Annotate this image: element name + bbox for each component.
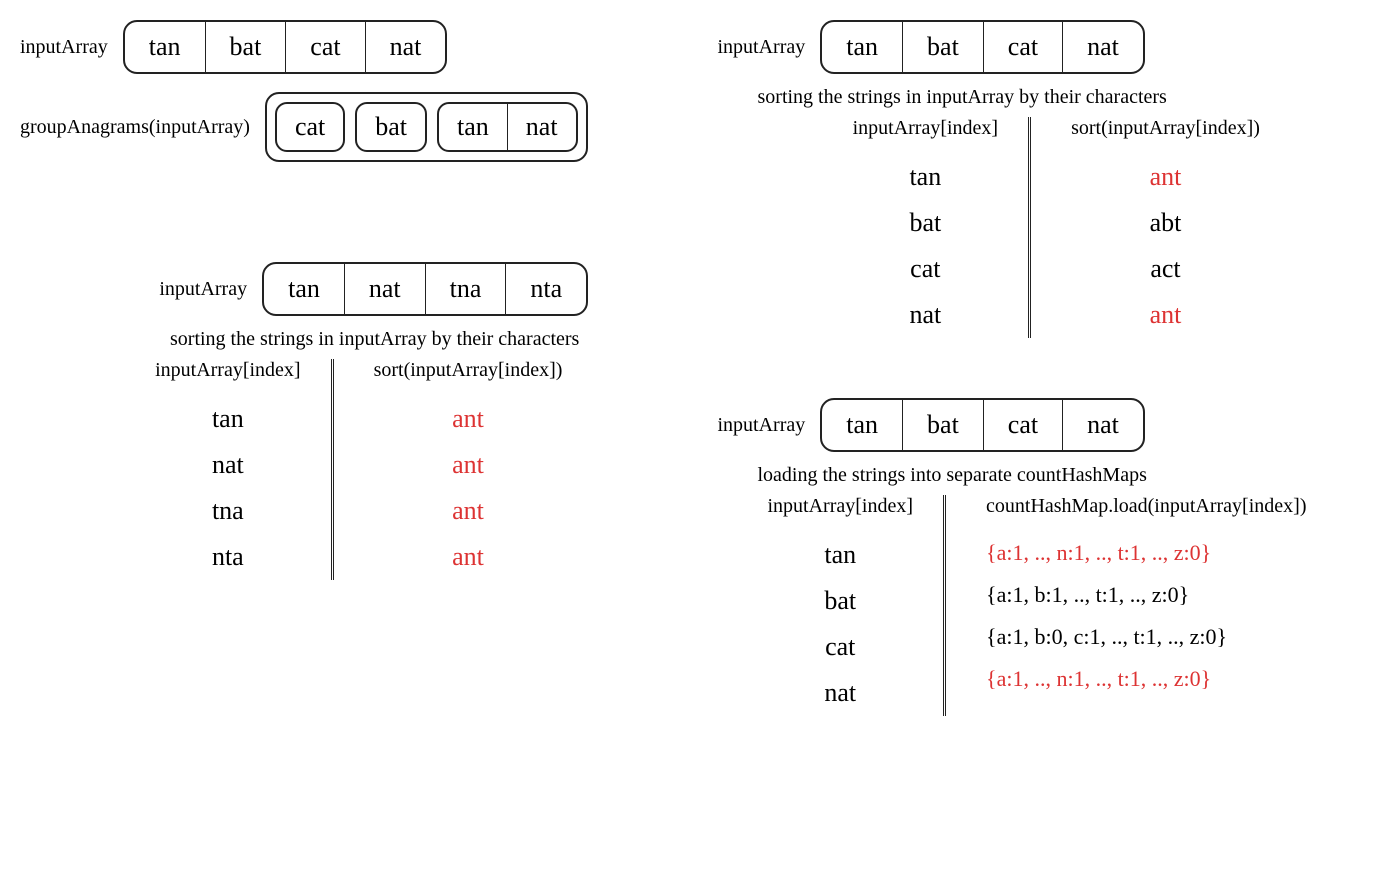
cell: cat (984, 22, 1063, 72)
table-row: ant (452, 496, 484, 526)
grouped-array: cat bat tan nat (265, 92, 588, 162)
input-array-label: inputArray (718, 414, 806, 437)
bottom-right-block: inputArray tan bat cat nat loading the s… (718, 398, 1376, 716)
table-row: {a:1, b:0, c:1, .., t:1, .., z:0} (986, 624, 1227, 650)
table-row: ant (452, 450, 484, 480)
input-array-label: inputArray (159, 278, 247, 301)
group: cat (275, 102, 345, 152)
group: bat (355, 102, 427, 152)
col-header-right: sort(inputArray[index]) (374, 359, 563, 382)
hashmap-subtitle: loading the strings into separate countH… (758, 464, 1376, 487)
col-header-left: inputArray[index] (853, 117, 999, 140)
table-row: abt (1150, 208, 1182, 238)
cell: tan (822, 400, 903, 450)
cell: tan (264, 264, 345, 314)
top-right-block: inputArray tan bat cat nat sorting the s… (718, 20, 1376, 338)
bottom-left-block: inputArray tan nat tna nta sorting the s… (20, 262, 678, 580)
table-row: ant (1150, 162, 1182, 192)
input-array-2: tan bat cat nat (820, 20, 1145, 74)
cell: nat (1063, 400, 1143, 450)
input-array-4: tan bat cat nat (820, 398, 1145, 452)
hashmap-table: inputArray[index] tan bat cat nat countH… (738, 495, 1376, 716)
table-row: ant (1150, 300, 1182, 330)
sort-table-1: inputArray[index] tan bat cat nat sort(i… (738, 117, 1376, 338)
input-array-1: tan bat cat nat (123, 20, 448, 74)
cell: cat (286, 22, 365, 72)
group: tan nat (437, 102, 578, 152)
cell: tan (822, 22, 903, 72)
cell: nat (366, 22, 446, 72)
cell: nat (345, 264, 426, 314)
table-row: nta (212, 542, 244, 572)
cell: cat (984, 400, 1063, 450)
table-row: act (1150, 254, 1180, 284)
input-array-label: inputArray (20, 36, 108, 59)
table-row: cat (910, 254, 940, 284)
cell: nat (1063, 22, 1143, 72)
table-row: nat (909, 300, 941, 330)
cell: tan (125, 22, 206, 72)
table-row: {a:1, b:1, .., t:1, .., z:0} (986, 582, 1189, 608)
table-row: tan (909, 162, 941, 192)
cell: bat (903, 400, 984, 450)
cell: bat (903, 22, 984, 72)
table-row: ant (452, 542, 484, 572)
cell: nta (506, 264, 586, 314)
table-row: bat (824, 586, 856, 616)
sort-subtitle: sorting the strings in inputArray by the… (170, 328, 678, 351)
sort-table-2: inputArray[index] tan nat tna nta sort(i… (40, 359, 678, 580)
col-header-left: inputArray[index] (155, 359, 301, 382)
table-row: {a:1, .., n:1, .., t:1, .., z:0} (986, 540, 1211, 566)
table-row: nat (212, 450, 244, 480)
col-header-left: inputArray[index] (768, 495, 914, 518)
cell: cat (277, 104, 343, 150)
table-row: bat (909, 208, 941, 238)
cell: tan (439, 104, 508, 150)
sort-subtitle: sorting the strings in inputArray by the… (758, 86, 1376, 109)
cell: tna (426, 264, 507, 314)
input-array-3: tan nat tna nta (262, 262, 588, 316)
group-anagrams-label: groupAnagrams(inputArray) (20, 116, 250, 139)
table-row: nat (824, 678, 856, 708)
cell: bat (357, 104, 425, 150)
cell: bat (206, 22, 287, 72)
col-header-right: sort(inputArray[index]) (1071, 117, 1260, 140)
table-row: ant (452, 404, 484, 434)
top-left-block: inputArray tan bat cat nat groupAnagrams… (20, 20, 678, 172)
input-array-label: inputArray (718, 36, 806, 59)
table-row: cat (825, 632, 855, 662)
table-row: {a:1, .., n:1, .., t:1, .., z:0} (986, 666, 1211, 692)
table-row: tna (212, 496, 244, 526)
table-row: tan (824, 540, 856, 570)
cell: nat (508, 104, 576, 150)
col-header-right: countHashMap.load(inputArray[index]) (986, 495, 1306, 518)
table-row: tan (212, 404, 244, 434)
